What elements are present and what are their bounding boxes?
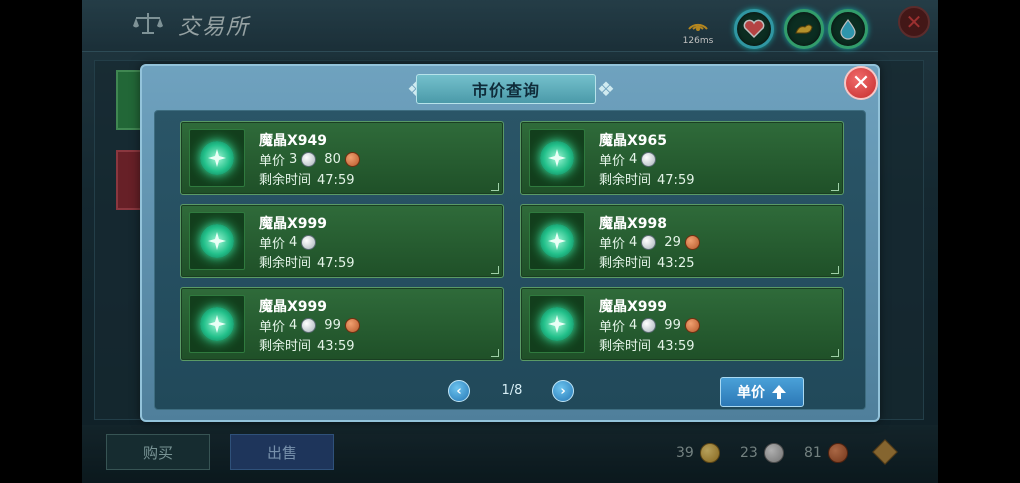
time-value: 43:25 bbox=[657, 256, 695, 271]
item-icon-frame bbox=[189, 129, 245, 187]
modal-title-bar: 市价查询 bbox=[416, 74, 596, 104]
magic-crystal-icon bbox=[200, 307, 234, 341]
time-value: 43:59 bbox=[317, 339, 355, 354]
remaining-time: 剩余时间 43:59 bbox=[259, 335, 360, 354]
magic-crystal-icon bbox=[200, 141, 234, 175]
time-label: 剩余时间 bbox=[259, 256, 312, 271]
time-value: 47:59 bbox=[657, 173, 695, 188]
silver-price: 4 bbox=[289, 235, 298, 250]
item-icon-frame bbox=[529, 295, 585, 353]
copper-coin-icon bbox=[344, 152, 360, 167]
copper-price: 99 bbox=[324, 318, 341, 333]
item-name: 魔晶X999 bbox=[599, 299, 668, 315]
copper-price: 80 bbox=[324, 152, 341, 167]
unit-price: 单价 4 29 bbox=[599, 233, 700, 252]
prev-page-button[interactable]: ‹ bbox=[448, 380, 470, 402]
silver-coin-icon bbox=[641, 318, 657, 333]
remaining-time: 剩余时间 47:59 bbox=[259, 169, 360, 188]
magic-crystal-icon bbox=[540, 141, 574, 175]
price-label: 单价 bbox=[599, 154, 626, 169]
chevron-right-icon: › bbox=[560, 383, 566, 399]
remaining-time: 剩余时间 47:59 bbox=[599, 169, 700, 188]
unit-price: 单价 4 bbox=[259, 233, 317, 252]
unit-price: 单价 4 99 bbox=[259, 316, 360, 335]
copper-price: 99 bbox=[664, 318, 681, 333]
card-corner-decoration bbox=[491, 349, 499, 357]
price-label: 单价 bbox=[259, 154, 286, 169]
magic-crystal-icon bbox=[540, 224, 574, 258]
listing-card[interactable]: 魔晶X999 单价 4 剩余时间 47:59 bbox=[180, 204, 504, 278]
time-value: 47:59 bbox=[317, 173, 355, 188]
card-corner-decoration bbox=[491, 266, 499, 274]
magic-crystal-icon bbox=[540, 307, 574, 341]
time-label: 剩余时间 bbox=[259, 173, 312, 188]
card-corner-decoration bbox=[831, 266, 839, 274]
price-label: 单价 bbox=[259, 237, 286, 252]
silver-price: 4 bbox=[629, 152, 638, 167]
silver-price: 4 bbox=[289, 318, 298, 333]
market-price-modal: ❖ 市价查询 ❖ ✕ 魔晶X949单价380剩余时间47:59魔晶X965单价4… bbox=[140, 64, 880, 422]
silver-coin-icon bbox=[301, 235, 317, 250]
modal-title: 市价查询 bbox=[471, 81, 540, 100]
remaining-time: 剩余时间 43:25 bbox=[599, 252, 700, 271]
price-label: 单价 bbox=[599, 237, 626, 252]
item-name: 魔晶X949 bbox=[259, 133, 328, 149]
time-label: 剩余时间 bbox=[599, 339, 652, 354]
unit-price: 单价 3 80 bbox=[259, 150, 360, 169]
card-corner-decoration bbox=[831, 183, 839, 191]
unit-price: 单价 4 bbox=[599, 150, 657, 169]
chevron-left-icon: ‹ bbox=[456, 383, 462, 399]
time-label: 剩余时间 bbox=[259, 339, 312, 354]
item-name: 魔晶X998 bbox=[599, 216, 668, 232]
listing-card[interactable]: 魔晶X949 单价 3 80 剩余时间 47:59 bbox=[180, 121, 504, 195]
item-icon-frame bbox=[189, 212, 245, 270]
remaining-time: 剩余时间 47:59 bbox=[259, 252, 360, 271]
time-label: 剩余时间 bbox=[599, 173, 652, 188]
magic-crystal-icon bbox=[200, 224, 234, 258]
silver-coin-icon bbox=[641, 152, 657, 167]
card-corner-decoration bbox=[831, 349, 839, 357]
item-icon-frame bbox=[529, 212, 585, 270]
time-label: 剩余时间 bbox=[599, 256, 652, 271]
letterbox-left bbox=[0, 0, 82, 483]
item-icon-frame bbox=[529, 129, 585, 187]
remaining-time: 剩余时间 43:59 bbox=[599, 335, 700, 354]
sort-by-unit-price-button[interactable]: 单价 bbox=[720, 377, 804, 407]
listing-card[interactable]: 魔晶X998 单价 4 29 剩余时间 43:25 bbox=[520, 204, 844, 278]
listing-card[interactable]: 魔晶X999 单价 4 99 剩余时间 43:59 bbox=[520, 287, 844, 361]
item-name: 魔晶X999 bbox=[259, 216, 328, 232]
modal-close-button[interactable]: ✕ bbox=[844, 66, 878, 100]
page-indicator: 1/8 bbox=[501, 383, 523, 398]
copper-coin-icon bbox=[684, 235, 700, 250]
letterbox-right bbox=[938, 0, 1020, 483]
sort-button-label: 单价 bbox=[737, 385, 765, 401]
title-ornament-right-icon: ❖ bbox=[597, 77, 615, 101]
price-label: 单价 bbox=[259, 320, 286, 335]
price-label: 单价 bbox=[599, 320, 626, 335]
time-value: 47:59 bbox=[317, 256, 355, 271]
copper-price: 29 bbox=[664, 235, 681, 250]
silver-price: 4 bbox=[629, 235, 638, 250]
time-value: 43:59 bbox=[657, 339, 695, 354]
silver-coin-icon bbox=[301, 152, 317, 167]
unit-price: 单价 4 99 bbox=[599, 316, 700, 335]
item-name: 魔晶X965 bbox=[599, 133, 668, 149]
next-page-button[interactable]: › bbox=[552, 380, 574, 402]
silver-price: 3 bbox=[289, 152, 298, 167]
item-icon-frame bbox=[189, 295, 245, 353]
listing-card[interactable]: 魔晶X999 单价 4 99 剩余时间 43:59 bbox=[180, 287, 504, 361]
copper-coin-icon bbox=[684, 318, 700, 333]
close-icon: ✕ bbox=[851, 70, 871, 96]
silver-coin-icon bbox=[301, 318, 317, 333]
silver-price: 4 bbox=[629, 318, 638, 333]
sort-arrow-up-icon bbox=[772, 385, 786, 399]
listing-card[interactable]: 魔晶X965 单价 4 剩余时间 47:59 bbox=[520, 121, 844, 195]
silver-coin-icon bbox=[641, 235, 657, 250]
card-corner-decoration bbox=[491, 183, 499, 191]
item-name: 魔晶X999 bbox=[259, 299, 328, 315]
copper-coin-icon bbox=[344, 318, 360, 333]
